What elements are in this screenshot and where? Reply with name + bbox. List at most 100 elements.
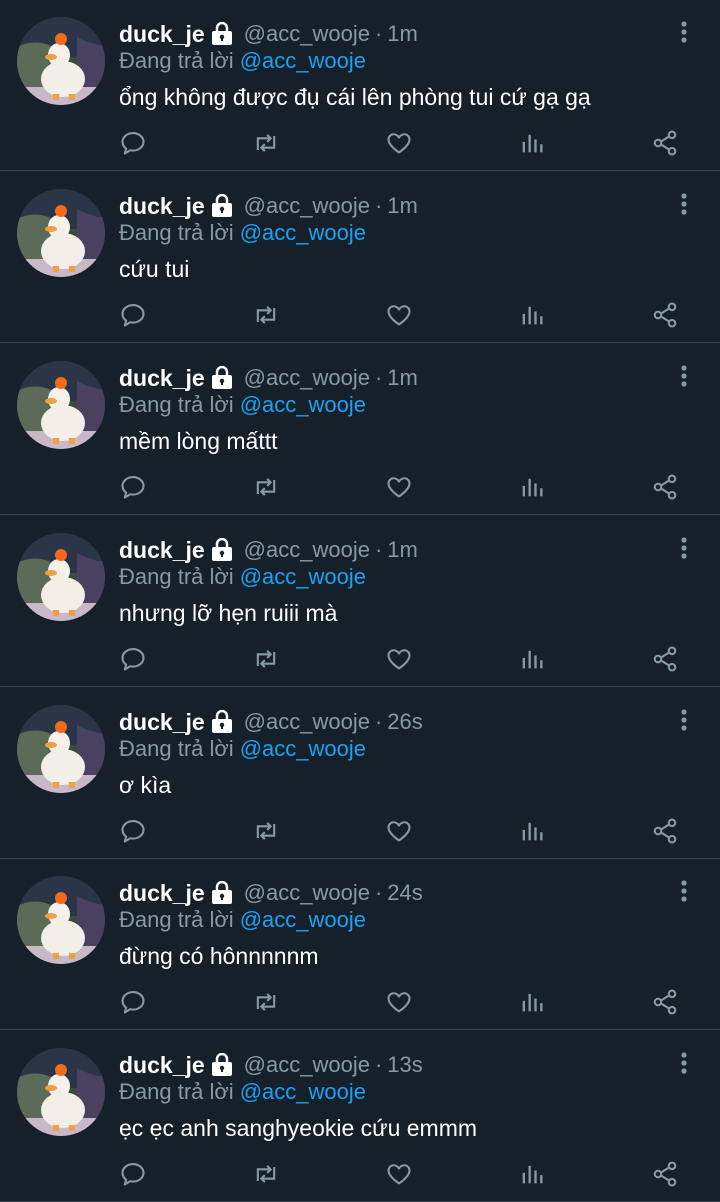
timestamp[interactable]: 13s xyxy=(387,1052,422,1078)
tweet[interactable]: duck_je @acc_wooje · 1m Đang trả lời @ac… xyxy=(0,344,720,515)
display-name[interactable]: duck_je xyxy=(119,880,205,907)
analytics-button[interactable] xyxy=(515,462,549,512)
separator-dot: · xyxy=(374,21,383,46)
like-button[interactable] xyxy=(382,118,416,168)
display-name[interactable]: duck_je xyxy=(119,365,205,392)
user-handle[interactable]: @acc_wooje xyxy=(244,537,370,563)
tweet[interactable]: duck_je @acc_wooje · 1m Đang trả lời @ac… xyxy=(0,516,720,687)
tweet[interactable]: duck_je @acc_wooje · 24s Đang trả lời @a… xyxy=(0,859,720,1030)
share-button[interactable] xyxy=(648,806,682,856)
share-icon xyxy=(653,1161,677,1187)
like-button[interactable] xyxy=(382,977,416,1027)
share-button[interactable] xyxy=(648,977,682,1027)
replying-to-label: Đang trả lời xyxy=(119,736,234,761)
reply-button[interactable] xyxy=(116,462,150,512)
replying-to-handle[interactable]: @acc_wooje xyxy=(240,907,366,933)
share-button[interactable] xyxy=(648,634,682,684)
user-handle[interactable]: @acc_wooje xyxy=(244,193,370,219)
analytics-icon xyxy=(522,1165,543,1184)
tweet-text: ổng không được đụ cái lên phòng tui cứ g… xyxy=(119,84,591,110)
user-handle[interactable]: @acc_wooje xyxy=(244,21,370,47)
avatar[interactable] xyxy=(17,361,105,449)
more-icon[interactable] xyxy=(674,20,694,44)
like-button[interactable] xyxy=(382,634,416,684)
tweet[interactable]: duck_je @acc_wooje · 26s Đang trả lời @a… xyxy=(0,688,720,859)
display-name[interactable]: duck_je xyxy=(119,193,205,220)
analytics-button[interactable] xyxy=(515,806,549,856)
more-icon[interactable] xyxy=(674,192,694,216)
more-icon[interactable] xyxy=(674,879,694,903)
analytics-icon xyxy=(522,993,543,1012)
share-button[interactable] xyxy=(648,1149,682,1199)
like-button[interactable] xyxy=(382,462,416,512)
share-button[interactable] xyxy=(648,118,682,168)
heart-icon xyxy=(387,821,411,842)
display-name[interactable]: duck_je xyxy=(119,21,205,48)
reply-button[interactable] xyxy=(116,1149,150,1199)
display-name[interactable]: duck_je xyxy=(119,709,205,736)
tweet[interactable]: duck_je @acc_wooje · 13s Đang trả lời @a… xyxy=(0,1031,720,1202)
retweet-button[interactable] xyxy=(249,290,283,340)
retweet-button[interactable] xyxy=(249,462,283,512)
analytics-button[interactable] xyxy=(515,977,549,1027)
analytics-button[interactable] xyxy=(515,290,549,340)
timestamp[interactable]: 1m xyxy=(387,537,418,563)
analytics-button[interactable] xyxy=(515,634,549,684)
reply-button[interactable] xyxy=(116,290,150,340)
retweet-button[interactable] xyxy=(249,806,283,856)
timestamp[interactable]: 24s xyxy=(387,880,422,906)
user-handle[interactable]: @acc_wooje xyxy=(244,1052,370,1078)
like-button[interactable] xyxy=(382,1149,416,1199)
reply-button[interactable] xyxy=(116,806,150,856)
like-button[interactable] xyxy=(382,290,416,340)
share-button[interactable] xyxy=(648,462,682,512)
share-button[interactable] xyxy=(648,290,682,340)
user-handle[interactable]: @acc_wooje xyxy=(244,365,370,391)
more-icon[interactable] xyxy=(674,364,694,388)
timestamp[interactable]: 1m xyxy=(387,21,418,47)
retweet-button[interactable] xyxy=(249,977,283,1027)
user-handle[interactable]: @acc_wooje xyxy=(244,880,370,906)
replying-to-handle[interactable]: @acc_wooje xyxy=(240,1079,366,1105)
retweet-button[interactable] xyxy=(249,1149,283,1199)
tweet[interactable]: duck_je @acc_wooje · 1m Đang trả lời @ac… xyxy=(0,0,720,171)
avatar[interactable] xyxy=(17,1048,105,1136)
replying-to-handle[interactable]: @acc_wooje xyxy=(240,564,366,590)
timestamp[interactable]: 1m xyxy=(387,365,418,391)
heart-icon xyxy=(387,133,411,154)
analytics-button[interactable] xyxy=(515,1149,549,1199)
like-button[interactable] xyxy=(382,806,416,856)
retweet-button[interactable] xyxy=(249,634,283,684)
tweet-text: ẹc ẹc anh sanghyeokie cứu emmm xyxy=(119,1115,478,1141)
more-icon[interactable] xyxy=(674,536,694,560)
replying-to-handle[interactable]: @acc_wooje xyxy=(240,736,366,762)
replying-to-handle[interactable]: @acc_wooje xyxy=(240,48,366,74)
user-handle[interactable]: @acc_wooje xyxy=(244,709,370,735)
timestamp[interactable]: 1m xyxy=(387,193,418,219)
tweet[interactable]: duck_je @acc_wooje · 1m Đang trả lời @ac… xyxy=(0,172,720,343)
analytics-icon xyxy=(522,822,543,841)
timestamp[interactable]: 26s xyxy=(387,709,422,735)
lock-icon xyxy=(210,880,234,905)
replying-to: Đang trả lời @acc_wooje xyxy=(119,47,366,75)
reply-icon xyxy=(121,304,145,327)
reply-button[interactable] xyxy=(116,118,150,168)
tweet-actions xyxy=(0,118,720,168)
display-name[interactable]: duck_je xyxy=(119,537,205,564)
tweet-text: nhưng lỡ hẹn ruiii mà xyxy=(119,600,338,626)
avatar[interactable] xyxy=(17,876,105,964)
more-icon[interactable] xyxy=(674,1051,694,1075)
replying-to-handle[interactable]: @acc_wooje xyxy=(240,220,366,246)
reply-button[interactable] xyxy=(116,977,150,1027)
heart-icon xyxy=(387,992,411,1013)
avatar[interactable] xyxy=(17,705,105,793)
display-name[interactable]: duck_je xyxy=(119,1052,205,1079)
replying-to-handle[interactable]: @acc_wooje xyxy=(240,392,366,418)
analytics-button[interactable] xyxy=(515,118,549,168)
avatar[interactable] xyxy=(17,533,105,621)
avatar[interactable] xyxy=(17,189,105,277)
more-icon[interactable] xyxy=(674,708,694,732)
avatar[interactable] xyxy=(17,17,105,105)
retweet-button[interactable] xyxy=(249,118,283,168)
reply-button[interactable] xyxy=(116,634,150,684)
